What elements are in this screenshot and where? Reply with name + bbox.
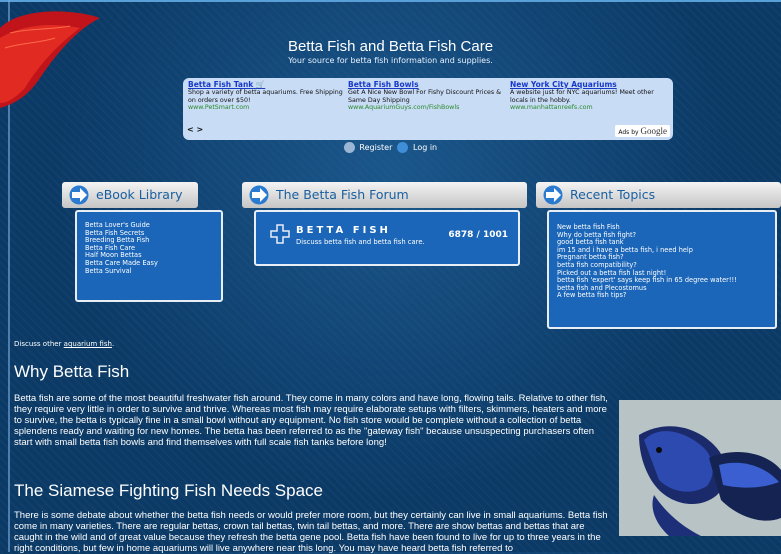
ad-url[interactable]: www.AquariumGuys.com/FishBowls xyxy=(348,104,508,112)
ad-text: Get A Nice New Bowl For Fishy Discount P… xyxy=(348,89,502,104)
ebook-link[interactable]: Betta Survival xyxy=(85,267,221,276)
forum-description: Discuss betta fish and betta fish care. xyxy=(296,238,425,246)
ad-banner: Betta Fish Tank 🛒 Shop a variety of bett… xyxy=(183,78,673,140)
forum-post-count: 6878 / 1001 xyxy=(448,230,508,240)
site-subtitle: Your source for betta fish information a… xyxy=(288,56,493,65)
aquarium-fish-link[interactable]: aquarium fish xyxy=(64,340,112,348)
forum-header: The Betta Fish Forum xyxy=(242,182,527,208)
plus-icon xyxy=(270,224,290,244)
arrow-right-icon xyxy=(543,185,563,205)
ad-text: Shop a variety of betta aquariums. Free … xyxy=(188,89,343,104)
register-icon xyxy=(343,142,355,153)
auth-links: Register Log in xyxy=(0,142,781,153)
arrow-right-icon xyxy=(249,185,269,205)
section-heading: Why Betta Fish xyxy=(14,362,130,381)
ad-title-link[interactable]: Betta Fish Tank 🛒 xyxy=(188,80,348,89)
ad-item[interactable]: Betta Fish Bowls Get A Nice New Bowl For… xyxy=(348,80,508,112)
betta-fish-photo xyxy=(619,400,781,536)
recent-topics-header: Recent Topics xyxy=(536,182,781,208)
forum-category[interactable]: BETTA FISH Discuss betta fish and betta … xyxy=(254,210,520,266)
ad-item[interactable]: New York City Aquariums A website just f… xyxy=(510,80,670,112)
ad-url[interactable]: www.PetSmart.com xyxy=(188,104,348,112)
ad-url[interactable]: www.manhattanreefs.com xyxy=(510,104,670,112)
section-paragraph: There is some debate about whether the b… xyxy=(14,510,608,554)
forum-title: The Betta Fish Forum xyxy=(276,187,409,202)
section-heading: The Siamese Fighting Fish Needs Space xyxy=(14,481,323,500)
top-border xyxy=(0,0,781,2)
section-paragraph: Betta fish are some of the most beautifu… xyxy=(14,393,608,448)
ad-title-link[interactable]: Betta Fish Bowls xyxy=(348,80,508,89)
recent-topics-title: Recent Topics xyxy=(570,187,656,202)
topic-link[interactable]: A few betta fish tips? xyxy=(557,292,775,300)
ebook-library-header: eBook Library xyxy=(62,182,198,208)
ad-text: A website just for NYC aquariums! Meet o… xyxy=(510,89,654,104)
ebook-library-title: eBook Library xyxy=(96,187,183,202)
ad-nav-arrows[interactable]: < > xyxy=(187,125,203,134)
site-title: Betta Fish and Betta Fish Care xyxy=(287,38,494,55)
power-icon xyxy=(397,142,409,153)
forum-name[interactable]: BETTA FISH xyxy=(296,225,391,236)
recent-topics-list: New betta fish Fish Why do betta fish fi… xyxy=(547,210,777,329)
ad-item[interactable]: Betta Fish Tank 🛒 Shop a variety of bett… xyxy=(188,80,348,112)
register-link[interactable]: Register xyxy=(359,143,392,152)
arrow-right-icon xyxy=(69,185,89,205)
cart-icon: 🛒 xyxy=(255,80,266,89)
aquarium-fish-note: Discuss other aquarium fish. xyxy=(14,340,115,348)
ad-title-link[interactable]: New York City Aquariums xyxy=(510,80,670,89)
login-link[interactable]: Log in xyxy=(413,143,437,152)
ads-by-google[interactable]: Ads by Google xyxy=(615,125,670,137)
ebook-list: Betta Lover's Guide Betta Fish Secrets B… xyxy=(75,210,223,302)
